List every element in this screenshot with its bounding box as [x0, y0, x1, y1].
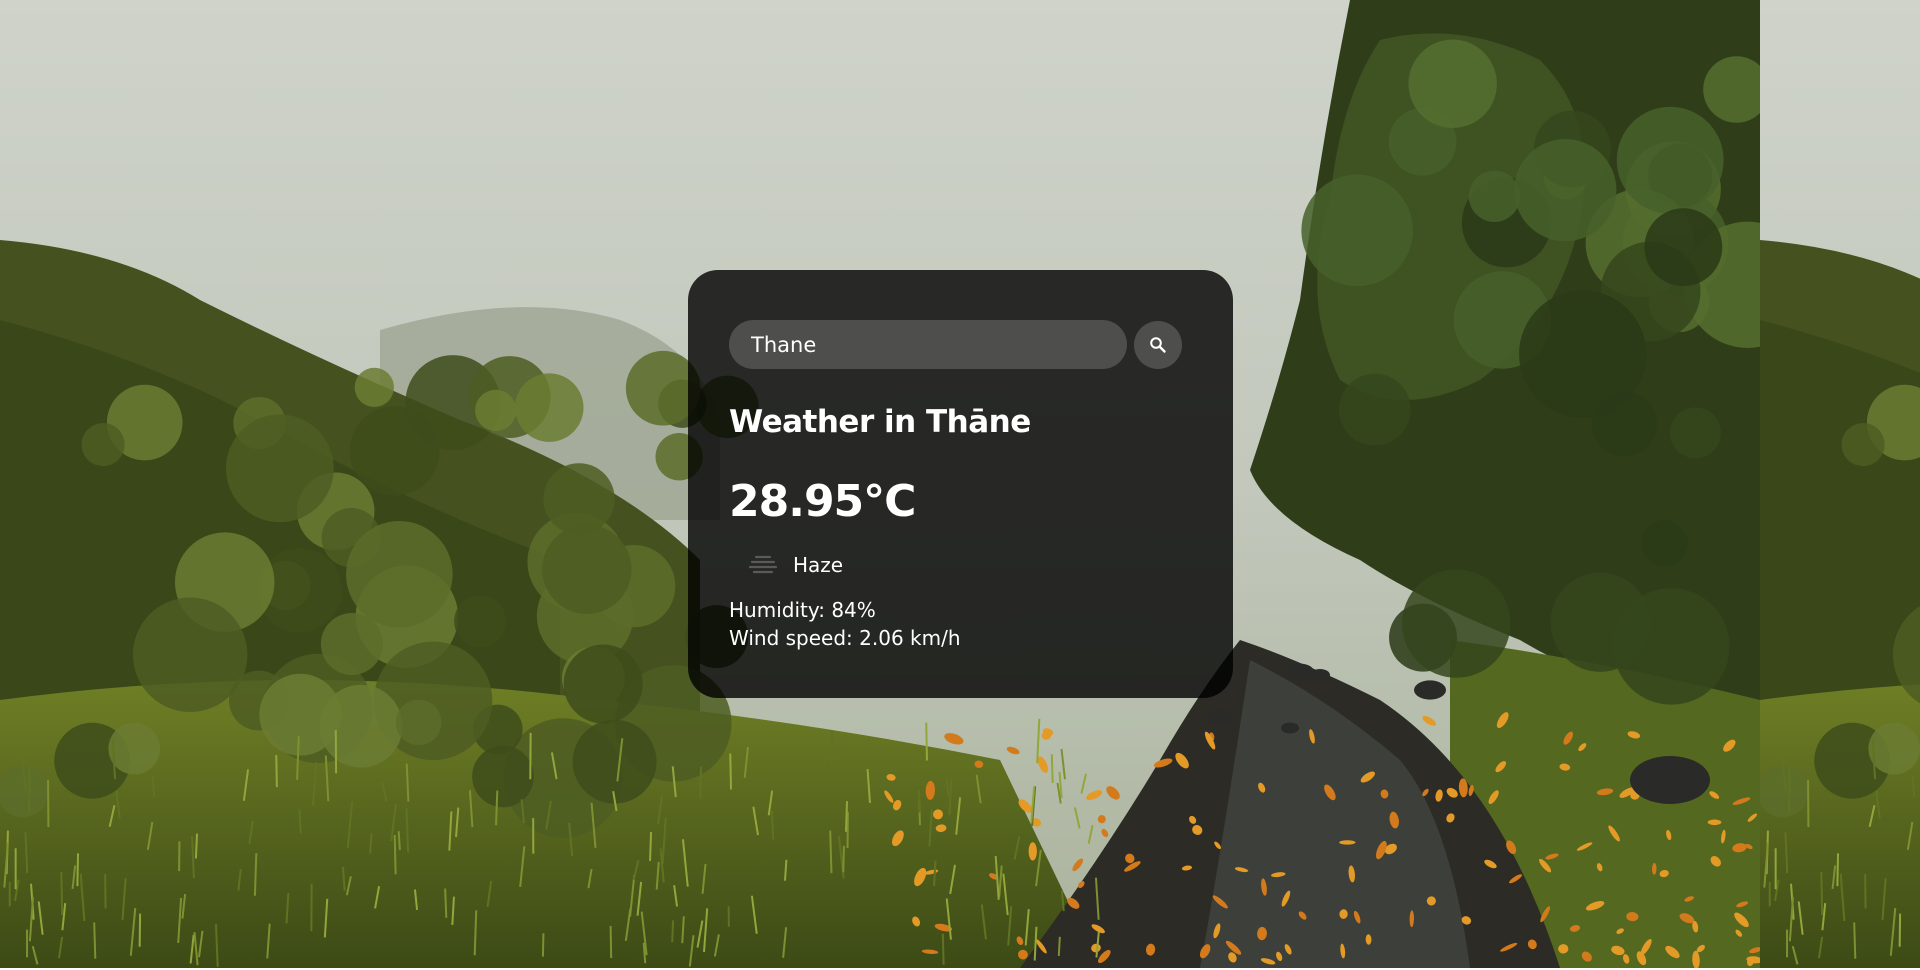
weather-card: Weather in Thāne 28.95°C Haze Humidity: …: [688, 270, 1233, 698]
forest-path-icon: [1760, 0, 1920, 968]
haze-icon: [737, 548, 789, 582]
background-image-repeat: [1760, 0, 1920, 968]
search-input[interactable]: [729, 320, 1127, 369]
city-title: Weather in Thāne: [729, 404, 1031, 440]
wind-speed: Wind speed: 2.06 km/h: [729, 626, 961, 650]
temperature: 28.95°C: [729, 476, 916, 527]
page: Weather in Thāne 28.95°C Haze Humidity: …: [0, 0, 1920, 970]
humidity: Humidity: 84%: [729, 598, 876, 622]
weather-condition: Haze: [729, 548, 1191, 582]
search-bar: [729, 320, 1191, 369]
search-icon: [1150, 336, 1166, 353]
weather-description: Haze: [793, 553, 844, 577]
search-button[interactable]: [1134, 320, 1182, 369]
